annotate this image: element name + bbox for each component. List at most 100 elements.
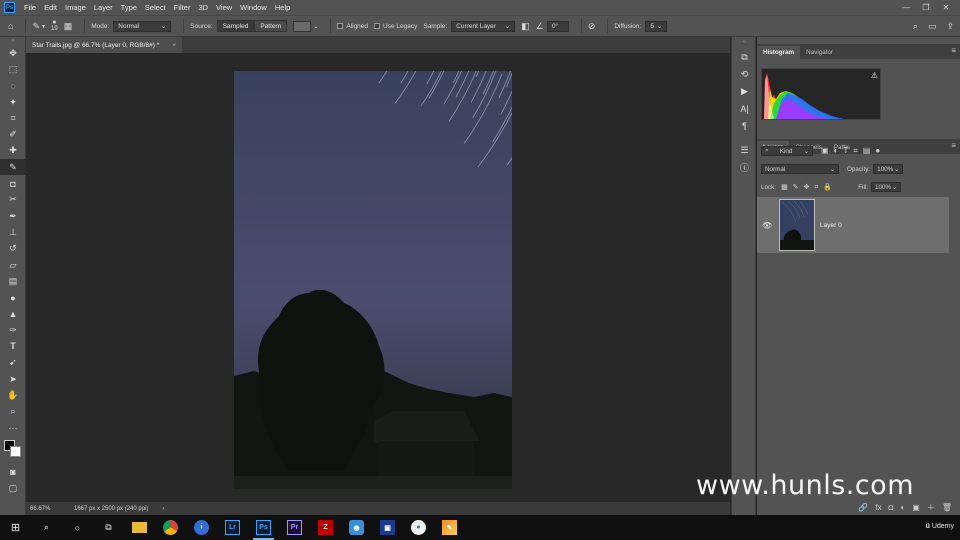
menu-edit[interactable]: Edit [40,3,61,12]
close-button[interactable]: ✕ [936,0,956,15]
aligned-checkbox[interactable]: Aligned [337,23,368,30]
info-app-icon[interactable]: i [186,515,217,540]
panel-menu-icon[interactable]: ≡ [951,46,956,55]
warning-icon[interactable]: ⚠ [871,71,878,80]
minimize-button[interactable]: — [896,0,916,15]
opacity-input[interactable]: 100% ⌄ [873,164,904,174]
paint-app-icon[interactable]: ✎ [434,515,465,540]
cortana-icon[interactable]: ○ [62,515,93,540]
clone-stamp-tool-icon[interactable]: ✎ [0,159,26,176]
filezilla-icon[interactable]: Z [310,515,341,540]
tool-preset-picker[interactable]: ✎ ▾ [32,21,45,32]
tab-histogram[interactable]: Histogram [757,46,801,59]
lightroom-icon[interactable]: Lr [217,515,248,540]
eye-icon[interactable]: 👁 [762,221,776,230]
mode-select[interactable]: Normal ⌄ [113,20,172,32]
new-group-icon[interactable]: ▣ [912,503,920,512]
move-tool-icon[interactable]: ✥ [0,45,26,61]
tab-navigator[interactable]: Navigator [800,46,839,59]
rectangle-tool-icon[interactable]: ➤ [0,371,26,387]
crop-tool-icon[interactable]: ⌗ [0,110,26,126]
zoom-level[interactable]: 66.67% [30,506,70,512]
diffusion-select[interactable]: 5 ⌄ [645,20,668,32]
delete-layer-icon[interactable]: 🗑 [942,503,952,512]
photoshop-icon[interactable]: Ps [248,515,279,540]
menu-filter[interactable]: Filter [170,3,195,12]
adjustments-icon[interactable]: ☰ [732,142,757,159]
workspace-icon[interactable]: ▭ [928,21,937,32]
premiere-icon[interactable]: Pr [279,515,310,540]
dock-grip[interactable]: « [732,37,757,47]
link-layers-icon[interactable]: 🔗 [858,503,868,512]
menu-type[interactable]: Type [117,3,141,12]
stamp-tool-icon[interactable]: ⊥ [0,224,26,240]
history-icon[interactable]: ⟲ [732,66,757,83]
brush-tool-icon[interactable]: ✒ [0,208,26,224]
pen-tool-icon[interactable]: ✑ [0,322,26,338]
layer-row[interactable]: 👁 Layer 0 [757,197,949,253]
menu-window[interactable]: Window [236,3,271,12]
angle-input[interactable]: 0° [546,20,569,32]
use-legacy-checkbox[interactable]: Use Legacy [374,23,417,30]
patch-tool-icon[interactable]: ◘ [0,175,26,191]
task-view-icon[interactable]: ⧉ [93,515,124,540]
lasso-tool-icon[interactable]: ◌ [0,78,26,94]
chrome-icon[interactable] [155,515,186,540]
paragraph-icon[interactable]: ¶ [732,117,757,134]
eyedropper-tool-icon[interactable]: ✐ [0,126,26,142]
layer-filter-icons[interactable]: ▣◐T⌗▤● [821,146,885,156]
character-icon[interactable]: A| [732,100,757,117]
quick-mask-icon[interactable]: ◙ [0,464,26,480]
quick-select-tool-icon[interactable]: ✦ [0,94,26,110]
healing-brush-tool-icon[interactable]: ✚ [0,143,26,159]
pattern-picker[interactable]: ⌄ [293,20,318,32]
more-tools-icon[interactable]: ··· [0,420,26,436]
menu-help[interactable]: Help [271,3,294,12]
info-icon[interactable]: ⓘ [732,159,757,176]
recorder-app-icon[interactable]: ● [403,515,434,540]
layer-style-icon[interactable]: fx [875,503,881,512]
background-color[interactable] [10,446,21,458]
document-tab[interactable]: Star Trails.jpg @ 66.7% (Layer 0, RGB/8#… [26,37,182,53]
history-brush-icon[interactable]: ↺ [0,241,26,257]
content-aware-move-icon[interactable]: ✂ [0,192,26,208]
screen-app-icon[interactable]: ▣ [372,515,403,540]
menu-layer[interactable]: Layer [90,3,117,12]
blend-mode-select[interactable]: Normal ⌄ [761,164,839,174]
layer-name[interactable]: Layer 0 [820,222,842,229]
menu-view[interactable]: View [212,3,236,12]
menu-3d[interactable]: 3D [194,3,212,12]
restore-button[interactable]: ❐ [916,0,936,15]
zoom-tool-icon[interactable]: ⌕ [0,404,26,420]
sample-select[interactable]: Current Layer ⌄ [451,20,516,32]
pressure-size-icon[interactable]: ⊘ [588,21,596,32]
screen-mode-icon[interactable]: ▢ [0,480,26,496]
menu-file[interactable]: File [20,3,40,12]
file-explorer-icon[interactable] [124,515,155,540]
menu-select[interactable]: Select [141,3,170,12]
hand-tool-icon[interactable]: ✋ [0,387,26,403]
actions-play-icon[interactable]: ▶ [732,83,757,100]
brush-size-picker[interactable]: ● 19 [51,19,58,33]
toolbar-grip[interactable]: » [0,37,26,45]
menu-image[interactable]: Image [61,3,90,12]
eraser-tool-icon[interactable]: ▱ [0,257,26,273]
type-tool-icon[interactable]: T [0,338,26,354]
fill-input[interactable]: 100% ⌄ [871,182,901,192]
gradient-tool-icon[interactable]: ▤ [0,273,26,289]
star-trails-photo[interactable] [234,71,512,489]
ignore-adjustment-layers-icon[interactable]: ◧ [521,21,530,32]
add-mask-icon[interactable]: ◘ [889,503,894,512]
path-select-tool-icon[interactable]: ➹ [0,355,26,371]
filter-kind-select[interactable]: ⌕ Kind ⌄ [761,146,813,156]
dodge-tool-icon[interactable]: ▲ [0,306,26,322]
blur-tool-icon[interactable]: ● [0,289,26,305]
windows-start-icon[interactable]: ⊞ [0,515,31,540]
clone-source-icon[interactable]: ⧉ [732,49,757,66]
share-icon[interactable]: ⇪ [946,21,954,32]
adjustment-layer-icon[interactable]: ◐ [900,503,905,512]
document-tab-close[interactable]: × [172,42,176,49]
lock-icons[interactable]: ▦✎✥⌗🔒 [781,183,837,192]
new-layer-icon[interactable]: ＋ [927,502,935,513]
home-icon[interactable]: ⌂ [8,21,13,31]
